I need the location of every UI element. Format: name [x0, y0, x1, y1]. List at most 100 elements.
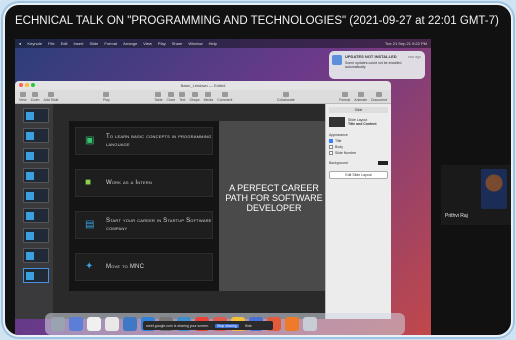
launchpad-icon[interactable]: [69, 317, 83, 331]
zoom-window-icon[interactable]: [31, 83, 35, 87]
toolbar-add-slide[interactable]: Add Slide: [43, 91, 58, 102]
toolbar-comment[interactable]: Comment: [217, 91, 232, 102]
slide-canvas[interactable]: ▣ To learn basic concepts in programming…: [69, 121, 329, 291]
menu-help[interactable]: Help: [209, 41, 217, 46]
menu-file[interactable]: File: [48, 41, 54, 46]
slide-item-card: ✦ Move to MNC: [75, 253, 213, 281]
notes-icon[interactable]: [105, 317, 119, 331]
title-checkbox[interactable]: [329, 139, 333, 143]
slide-item-card: ▣ To learn basic concepts in programming…: [75, 127, 213, 155]
postgres-icon[interactable]: [123, 317, 137, 331]
comment-icon: [221, 91, 228, 97]
stop-sharing-button[interactable]: Stop sharing: [215, 323, 239, 328]
background-color-well[interactable]: [378, 161, 388, 165]
media-icon: [205, 91, 212, 97]
slide-navigator: [15, 104, 53, 319]
menu-view[interactable]: View: [143, 41, 152, 46]
notification-time: now ago: [407, 55, 421, 59]
finder-icon[interactable]: [51, 317, 65, 331]
menu-play[interactable]: Play: [158, 41, 166, 46]
slide-thumbnail[interactable]: [23, 188, 49, 203]
inspector-tab-slide[interactable]: Slide: [329, 107, 388, 113]
apple-icon[interactable]: ●: [19, 41, 21, 46]
title-checkbox-label: Title: [335, 139, 342, 143]
participant-tile[interactable]: Prithvi Raj: [441, 165, 511, 225]
menu-slide[interactable]: Slide: [89, 41, 98, 46]
slide-thumbnail[interactable]: [23, 148, 49, 163]
participant-video: [481, 169, 507, 209]
slide-thumbnail[interactable]: [23, 108, 49, 123]
toolbar-table[interactable]: Table: [154, 91, 163, 102]
slide-thumbnail[interactable]: [23, 168, 49, 183]
menu-edit[interactable]: Edit: [61, 41, 68, 46]
slide-item-card: ▤ Start your career in Startup Software …: [75, 211, 213, 239]
update-notification[interactable]: UPDATES NOT INSTALLED now ago Some updat…: [329, 51, 425, 79]
toolbar-format-label: Format: [339, 97, 351, 102]
menubar-clock[interactable]: Tue 21 Sep 21 9:22 PM: [385, 41, 427, 46]
toolbar-document-label: Document: [371, 97, 388, 102]
slide-thumbnail[interactable]: [23, 208, 49, 223]
toolbar-chart-label: Chart: [166, 97, 176, 102]
screen-share-bar: meet.google.com is sharing your screen. …: [143, 321, 273, 330]
format-icon: [341, 91, 348, 97]
toolbar-collaborate[interactable]: Collaborate: [277, 91, 295, 102]
toolbar-animate-label: Animate: [354, 97, 368, 102]
toolbar-media[interactable]: Media: [204, 91, 213, 102]
thumbnail-image: [26, 132, 34, 140]
play-icon: [103, 91, 110, 97]
calendar-icon[interactable]: [87, 317, 101, 331]
system-preferences-icon: [332, 55, 342, 65]
slide-item-text: To learn basic concepts in programming l…: [106, 134, 212, 148]
menu-arrange[interactable]: Arrange: [123, 41, 137, 46]
toolbar-document[interactable]: Document: [371, 91, 388, 102]
slide-item-text: Move to MNC: [106, 264, 145, 270]
background-row: Background: [329, 161, 388, 165]
edit-slide-layout-button[interactable]: Edit Slide Layout: [329, 171, 388, 179]
toolbar-zoom[interactable]: Zoom: [31, 91, 39, 102]
zoom-icon: [32, 91, 38, 97]
layout-preview: [329, 117, 345, 127]
slide-number-checkbox[interactable]: [329, 151, 333, 155]
slide-number-checkbox-row[interactable]: Slide Number: [329, 151, 388, 155]
menu-app[interactable]: Keynote: [27, 41, 42, 46]
body-checkbox[interactable]: [329, 145, 333, 149]
toolbar-animate[interactable]: Animate: [354, 91, 368, 102]
slide-thumbnail-selected[interactable]: [23, 268, 49, 283]
mac-menubar: ● Keynote File Edit Insert Slide Format …: [15, 39, 431, 48]
toolbar-text[interactable]: Text: [179, 91, 186, 102]
meeting-title: ECHNICAL TALK ON "PROGRAMMING AND TECHNO…: [15, 15, 499, 27]
menu-share[interactable]: Share: [172, 41, 183, 46]
minimize-window-icon[interactable]: [25, 83, 29, 87]
slide-thumbnail[interactable]: [23, 228, 49, 243]
thumbnail-image: [26, 172, 34, 180]
slide-thumbnail[interactable]: [23, 248, 49, 263]
toolbar-play[interactable]: Play: [103, 91, 110, 102]
toolbar-chart[interactable]: Chart: [166, 91, 176, 102]
close-window-icon[interactable]: [19, 83, 23, 87]
slide-layout-section[interactable]: Slide Layout Title and Content: [329, 117, 388, 127]
participant-name: Prithvi Raj: [445, 213, 468, 219]
toolbar-view[interactable]: View: [19, 91, 27, 102]
add-slide-icon: [47, 91, 54, 97]
chart-icon: [167, 91, 174, 97]
thumbnail-image: [26, 112, 34, 120]
title-checkbox-row[interactable]: Title: [329, 139, 388, 143]
zoom-recording-frame: ECHNICAL TALK ON "PROGRAMMING AND TECHNO…: [3, 3, 513, 337]
menu-window[interactable]: Window: [188, 41, 202, 46]
hide-share-bar-button[interactable]: Hide: [245, 324, 252, 328]
keynote-icon[interactable]: [285, 317, 299, 331]
handshake-icon: ✦: [85, 261, 94, 272]
body-checkbox-row[interactable]: Body: [329, 145, 388, 149]
slide-thumbnail[interactable]: [23, 128, 49, 143]
shape-icon: [191, 91, 198, 97]
keynote-toolbar: View Zoom Add Slide Play Table Chart Tex…: [15, 90, 391, 104]
table-icon: [155, 91, 162, 97]
toolbar-shape[interactable]: Shape: [190, 91, 200, 102]
menu-format[interactable]: Format: [104, 41, 117, 46]
keynote-window: Basic_Letdown — Edited View Zoom Add Sli…: [15, 81, 391, 319]
toolbar-format[interactable]: Format: [339, 91, 351, 102]
menu-insert[interactable]: Insert: [73, 41, 83, 46]
share-message: meet.google.com is sharing your screen.: [146, 323, 210, 328]
body-checkbox-label: Body: [335, 145, 343, 149]
trash-icon[interactable]: [303, 317, 317, 331]
